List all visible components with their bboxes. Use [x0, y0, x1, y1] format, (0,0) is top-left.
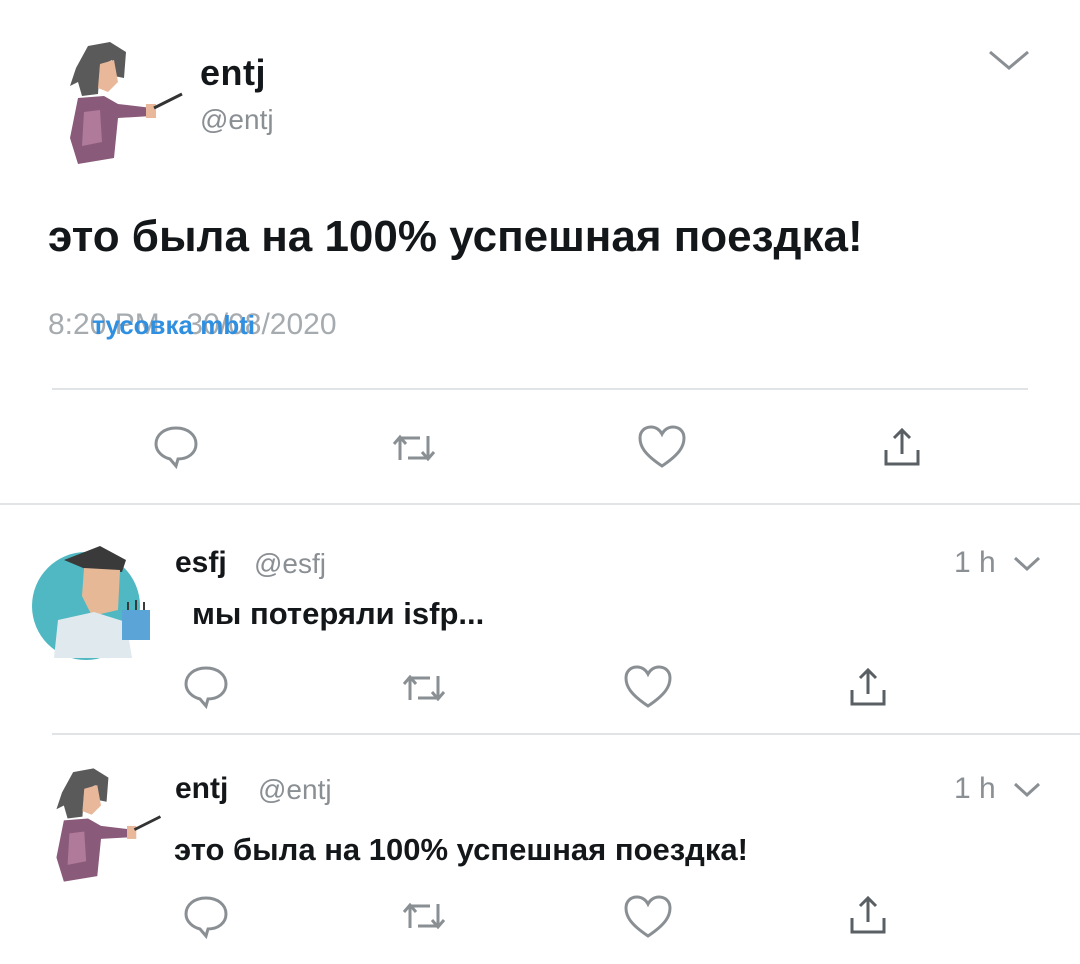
- author-handle[interactable]: @esfj: [254, 548, 326, 580]
- section-divider: [0, 503, 1080, 505]
- avatar-illustration: [32, 546, 150, 660]
- tweet-time[interactable]: 1 h: [954, 546, 996, 580]
- chevron-down-icon[interactable]: [1012, 554, 1042, 574]
- chevron-down-icon[interactable]: [986, 46, 1032, 74]
- share-icon[interactable]: [846, 892, 890, 936]
- retweet-icon[interactable]: [390, 428, 438, 468]
- avatar[interactable]: [28, 540, 158, 664]
- watermark: тусовка mbti: [92, 310, 256, 340]
- like-icon[interactable]: [636, 424, 688, 470]
- reply-icon[interactable]: [152, 424, 200, 470]
- divider: [52, 388, 1028, 390]
- avatar[interactable]: [48, 38, 188, 168]
- like-icon[interactable]: [622, 894, 674, 940]
- avatar-illustration: [70, 42, 183, 164]
- author-handle[interactable]: @entj: [258, 774, 332, 806]
- author-name[interactable]: esfj: [175, 546, 227, 580]
- avatar-illustration: [56, 768, 162, 882]
- reply-icon[interactable]: [182, 894, 230, 940]
- avatar[interactable]: [36, 762, 166, 888]
- chevron-down-icon[interactable]: [1012, 780, 1042, 800]
- tweet-text: это была на 100% успешная поездка!: [48, 212, 863, 261]
- tweet-text: это была на 100% успешная поездка!: [174, 832, 748, 867]
- tweet-time[interactable]: 1 h: [954, 772, 996, 806]
- like-icon[interactable]: [622, 664, 674, 710]
- author-name[interactable]: entj: [200, 52, 266, 94]
- author-handle[interactable]: @entj: [200, 104, 274, 136]
- share-icon[interactable]: [880, 424, 924, 468]
- retweet-icon[interactable]: [400, 668, 448, 708]
- author-name[interactable]: entj: [175, 772, 228, 806]
- reply-icon[interactable]: [182, 664, 230, 710]
- share-icon[interactable]: [846, 664, 890, 708]
- divider: [52, 733, 1080, 735]
- tweet-text: мы потеряли isfp...: [192, 596, 485, 631]
- retweet-icon[interactable]: [400, 896, 448, 936]
